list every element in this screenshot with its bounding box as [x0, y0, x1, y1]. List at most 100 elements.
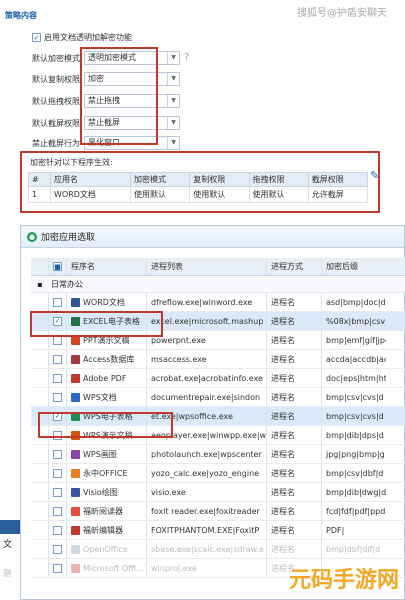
program-name: WPS文档: [83, 392, 117, 402]
encrypt-ext-cell: asd|bmp|doc|do: [326, 297, 386, 307]
encrypt-ext-cell: bmp|emf|gif|jpe: [326, 335, 386, 345]
table-row[interactable]: Visio绘图 visio.exe 进程名 bmp|dib|dwg|d: [31, 483, 405, 502]
row-checkbox-cell[interactable]: [49, 559, 67, 577]
dialog-app-icon: ●: [27, 231, 37, 242]
app-icon: [71, 373, 80, 383]
encrypt-ext-cell: %08x|bmp|csv|d: [326, 316, 386, 326]
select-all-checkbox-cell[interactable]: ■: [49, 258, 67, 275]
app-icon: [71, 392, 80, 402]
program-name-cell: Microsoft Offi...: [67, 559, 147, 577]
table-row[interactable]: OpenOffice sbase.exe|scalc.exe|sdraw.e 进程名…: [31, 540, 405, 559]
table-row[interactable]: WORD文档 dfreflow.exe|winword.exe 进程名 asd|bmp…: [31, 293, 405, 312]
col-process-list[interactable]: 进程列表: [147, 258, 267, 275]
row-checkbox[interactable]: [53, 392, 62, 402]
row-checkbox[interactable]: [53, 449, 62, 459]
table-row[interactable]: Access数据库 msaccess.exe 进程名 accda|accdb|ac: [31, 350, 405, 369]
encrypt-ext-cell: bmp|dib|dps|d: [326, 430, 384, 440]
app-icon: [71, 468, 80, 478]
highlight-box-wps-sheet: [38, 412, 173, 438]
highlight-box-excel: [30, 311, 163, 337]
process-list-cell: acrobat.exe|acrobatinfo.exe: [147, 369, 267, 387]
collapse-icon[interactable]: ▪: [31, 276, 49, 292]
field-label-encrypt-mode: 默认加密模式: [32, 54, 80, 63]
process-mode-cell: 进程名: [267, 483, 322, 501]
table-cell: 1: [28, 186, 51, 203]
process-list-cell: visio.exe: [147, 483, 267, 501]
process-mode-cell: 进程名: [267, 502, 322, 520]
left-strip-text-2: 测: [3, 569, 11, 578]
select-all-checkbox[interactable]: ■: [53, 262, 62, 271]
row-checkbox[interactable]: [53, 544, 62, 554]
group-label: 日常办公: [51, 279, 83, 289]
apply-col-index: #: [28, 172, 51, 187]
app-grid-header: ■ 程序名 进程列表 进程方式 加密后缀: [31, 258, 405, 276]
table-row[interactable]: 福昕编辑器 FOXITPHANTOM.EXE|FoxitP 进程名 PDF|: [31, 521, 405, 540]
enable-encryption-checkbox[interactable]: ✓: [32, 33, 41, 42]
row-checkbox-cell[interactable]: [49, 388, 67, 406]
program-name-cell: WPS画图: [67, 445, 147, 463]
row-checkbox[interactable]: [53, 354, 62, 364]
row-checkbox-cell[interactable]: [49, 540, 67, 558]
apply-col-copy: 复制权限: [189, 172, 250, 187]
row-checkbox-cell[interactable]: [49, 293, 67, 311]
process-list-cell: yozo_calc.exe|yozo_engine: [147, 464, 267, 482]
row-checkbox-cell[interactable]: [49, 464, 67, 482]
encrypt-ext-cell: PDF|: [326, 525, 345, 535]
table-row[interactable]: 1 WORD文档 使用默认 使用默认 使用默认 允许截屏: [28, 186, 369, 203]
dialog-header: ● 加密应用选取: [21, 226, 404, 248]
row-checkbox-cell[interactable]: [49, 445, 67, 463]
table-cell: WORD文档: [50, 186, 131, 203]
edit-icon[interactable]: ✎: [370, 169, 379, 182]
enable-encryption-checkbox-row[interactable]: ✓ 启用文档透明加解密功能: [32, 32, 132, 43]
field-label-screenshot-behavior: 禁止截屏行为: [32, 139, 80, 148]
process-mode-cell: 进程名: [267, 445, 322, 463]
col-program-name[interactable]: 程序名: [67, 258, 147, 275]
program-name: Access数据库: [83, 354, 135, 364]
apply-label: 加密针对以下程序生效:: [30, 158, 113, 167]
table-row[interactable]: WPS文档 documentrepair.exe|sindon 进程名 bmp|csv…: [31, 388, 405, 407]
row-checkbox-cell[interactable]: [49, 521, 67, 539]
row-checkbox[interactable]: [53, 525, 62, 535]
row-checkbox[interactable]: [53, 373, 62, 383]
apply-table: # 应用名 加密模式 复制权限 拖拽权限 截屏权限 1 WORD文档 使用默认 …: [28, 172, 369, 203]
process-list-cell: FOXITPHANTOM.EXE|FoxitP: [147, 521, 267, 539]
help-icon[interactable]: ?: [184, 52, 189, 63]
row-checkbox[interactable]: [53, 468, 62, 478]
row-checkbox-cell[interactable]: [49, 502, 67, 520]
chevron-down-icon: ▼: [167, 117, 179, 129]
row-checkbox[interactable]: [53, 506, 62, 516]
apply-col-screenshot: 截屏权限: [307, 172, 369, 187]
program-name-cell: WORD文档: [67, 293, 147, 311]
chevron-down-icon: ▼: [167, 52, 179, 64]
chevron-down-icon: ▼: [167, 73, 179, 85]
process-list-cell: documentrepair.exe|sindon: [147, 388, 267, 406]
program-name: Microsoft Offi...: [83, 563, 144, 573]
row-spacer: [31, 388, 49, 406]
program-name-cell: Access数据库: [67, 350, 147, 368]
table-row[interactable]: 永中OFFICE yozo_calc.exe|yozo_engine 进程名 bmp|…: [31, 464, 405, 483]
table-row[interactable]: Adobe PDF acrobat.exe|acrobatinfo.exe 进程名 d…: [31, 369, 405, 388]
apply-table-header-row: # 应用名 加密模式 复制权限 拖拽权限 截屏权限: [28, 172, 369, 187]
row-checkbox-cell[interactable]: [49, 350, 67, 368]
row-checkbox[interactable]: [53, 297, 62, 307]
process-mode-cell: 进程名: [267, 331, 322, 349]
table-row[interactable]: WPS画图 photolaunch.exe|wpscenter 进程名 jpg|png…: [31, 445, 405, 464]
program-name: OpenOffice: [83, 544, 128, 554]
encrypt-ext-cell: bmp|csv|cvs|d: [326, 392, 384, 402]
left-strip-text-1: 文: [3, 540, 13, 550]
program-name-cell: WPS文档: [67, 388, 147, 406]
field-label-drag: 默认拖拽权限: [32, 97, 80, 106]
apply-col-app: 应用名: [50, 172, 131, 187]
encrypt-ext-cell: fcd|fdf|pdf|ppd: [326, 506, 386, 516]
table-cell: 允许截屏: [307, 186, 369, 203]
col-process-mode[interactable]: 进程方式: [267, 258, 322, 275]
row-spacer: [31, 350, 49, 368]
table-row[interactable]: 福昕阅读器 foxit reader.exe|foxitreader 进程名 fcd|…: [31, 502, 405, 521]
row-checkbox-cell[interactable]: [49, 369, 67, 387]
row-checkbox[interactable]: [53, 563, 62, 573]
row-checkbox[interactable]: [53, 487, 62, 497]
group-row-daily-office[interactable]: ▪ 日常办公: [31, 276, 405, 293]
process-list-cell: dfreflow.exe|winword.exe: [147, 293, 267, 311]
col-encrypt-ext[interactable]: 加密后缀: [322, 258, 386, 275]
row-checkbox-cell[interactable]: [49, 483, 67, 501]
